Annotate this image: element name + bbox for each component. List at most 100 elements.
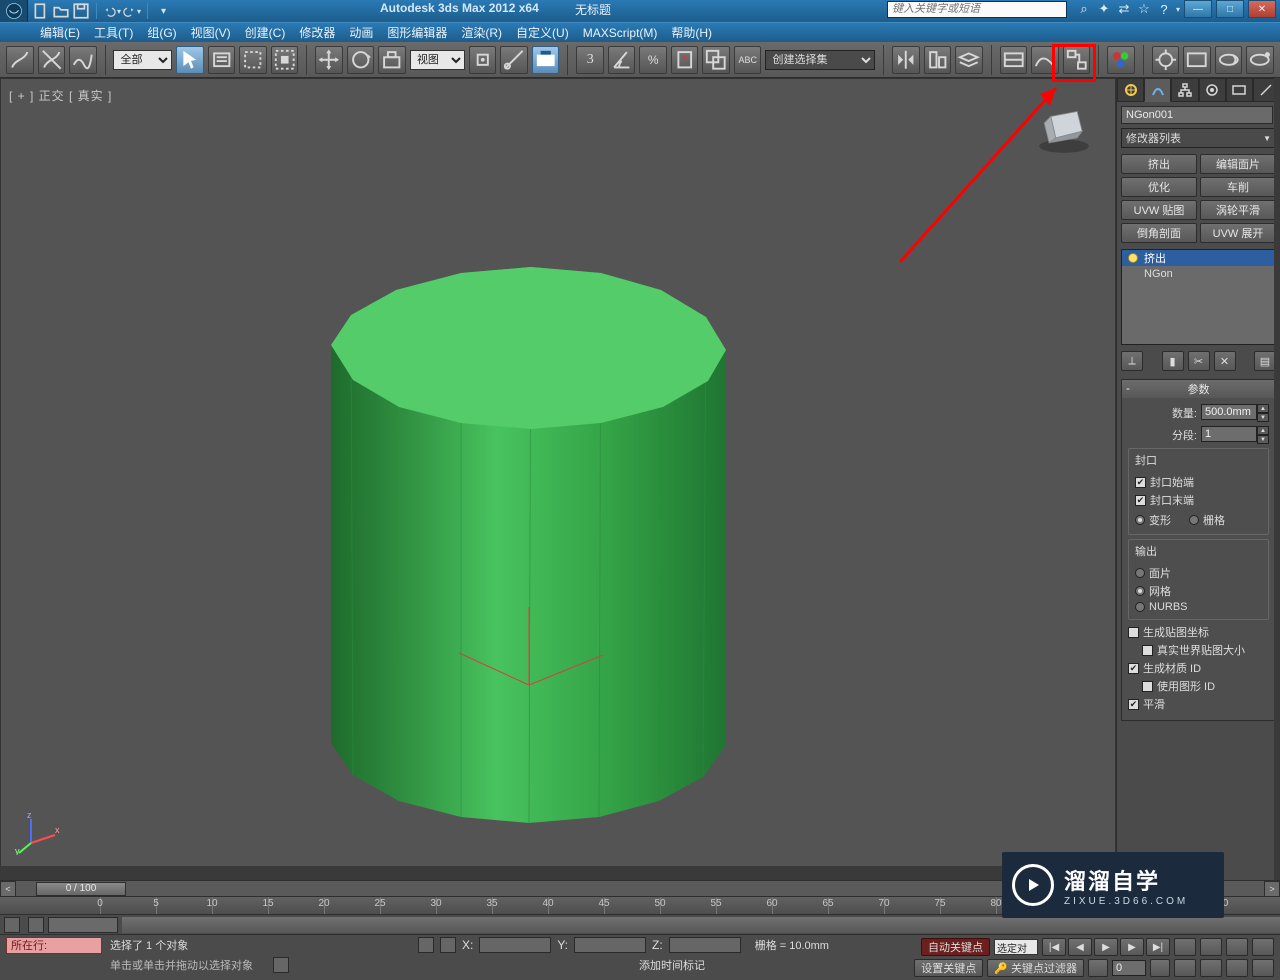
viewport-nav-3[interactable] — [1226, 938, 1248, 956]
help-search-input[interactable] — [887, 1, 1067, 18]
perspective-viewport[interactable]: [ + ] 正交 [ 真实 ] — [0, 78, 1116, 880]
menu-maxscript[interactable]: MAXScript(M) — [583, 26, 658, 40]
angle-snap-icon[interactable] — [608, 46, 636, 74]
next-frame-icon[interactable]: ▶ — [1120, 938, 1144, 956]
move-icon[interactable] — [315, 46, 343, 74]
modbtn-editpatch[interactable]: 编辑面片 — [1200, 154, 1276, 174]
scale-icon[interactable] — [378, 46, 406, 74]
percent-snap-icon[interactable]: % — [639, 46, 667, 74]
layer-manager-icon[interactable] — [955, 46, 983, 74]
named-selection-set-dropdown[interactable]: 创建选择集 — [765, 50, 875, 70]
modbtn-extrude[interactable]: 挤出 — [1121, 154, 1197, 174]
configure-sets-icon[interactable]: ▤ — [1254, 351, 1276, 371]
trackbar-key-icon[interactable] — [28, 917, 44, 933]
view-cube[interactable] — [1031, 95, 1097, 161]
modbtn-optimize[interactable]: 优化 — [1121, 177, 1197, 197]
viewport-nav-4[interactable] — [1252, 938, 1274, 956]
set-key-button[interactable]: 设置关键点 — [914, 959, 983, 977]
coord-z-field[interactable] — [669, 937, 741, 953]
checkbox-gen-matid[interactable]: ✔ — [1128, 663, 1139, 674]
trackview-toggle-icon[interactable] — [1000, 46, 1028, 74]
checkbox-smooth[interactable]: ✔ — [1128, 699, 1139, 710]
modbtn-uvwmap[interactable]: UVW 贴图 — [1121, 200, 1197, 220]
lock-selection-icon[interactable] — [418, 937, 434, 953]
timeslider-left-cap[interactable]: < — [0, 881, 16, 897]
add-time-tag[interactable]: 添加时间标记 — [639, 957, 705, 973]
make-unique-icon[interactable]: ✂ — [1188, 351, 1210, 371]
save-file-icon[interactable] — [72, 2, 90, 20]
menu-modifiers[interactable]: 修改器 — [299, 24, 335, 41]
schematic-view-icon[interactable] — [1063, 46, 1091, 74]
key-filters-button[interactable]: 🔑关键点过滤器 — [987, 959, 1084, 977]
modifier-list-dropdown[interactable]: 修改器列表▼ — [1121, 128, 1276, 148]
radio-mesh[interactable] — [1135, 586, 1145, 596]
absolute-relative-icon[interactable] — [440, 937, 456, 953]
menu-help[interactable]: 帮助(H) — [671, 24, 712, 41]
trackbar-toggle-icon[interactable] — [4, 917, 20, 933]
maxscript-listener[interactable]: 所在行: — [6, 937, 102, 954]
tab-display[interactable] — [1226, 78, 1253, 102]
snap-toggle-icon[interactable]: 3 — [576, 46, 604, 74]
key-mode-dropdown[interactable] — [994, 939, 1038, 955]
trackbar-selection[interactable] — [48, 917, 118, 933]
render-setup-icon[interactable] — [1152, 46, 1180, 74]
minimize-button[interactable]: — — [1184, 0, 1212, 18]
maximize-button[interactable]: □ — [1216, 0, 1244, 18]
search-icon[interactable]: ⌕ — [1075, 0, 1093, 18]
render-production-icon[interactable] — [1215, 46, 1243, 74]
named-selection-icon[interactable]: ABC — [734, 46, 762, 74]
coord-y-field[interactable] — [574, 937, 646, 953]
show-end-result-icon[interactable]: ▮ — [1162, 351, 1184, 371]
lightbulb-icon[interactable] — [1128, 253, 1138, 263]
time-slider[interactable]: 0 / 100 — [36, 882, 126, 896]
command-panel-scrollbar[interactable] — [1274, 78, 1280, 880]
pin-stack-icon[interactable]: ⟂ — [1121, 351, 1143, 371]
radio-nurbs[interactable] — [1135, 602, 1145, 612]
object-name-field[interactable] — [1121, 106, 1273, 124]
keyboard-shortcut-toggle-icon[interactable] — [532, 46, 560, 74]
modifier-stack[interactable]: 挤出 NGon — [1121, 249, 1276, 345]
app-menu-button[interactable] — [0, 0, 28, 22]
auto-key-button[interactable]: 自动关键点 — [921, 938, 990, 956]
radio-morph[interactable] — [1135, 515, 1145, 525]
viewport-nav-1[interactable] — [1174, 938, 1196, 956]
stack-item-ngon[interactable]: NGon — [1122, 266, 1275, 282]
redo-icon[interactable]: ▾ — [123, 2, 141, 20]
menu-customize[interactable]: 自定义(U) — [516, 24, 569, 41]
goto-start-icon[interactable]: |◀ — [1042, 938, 1066, 956]
exchange-icon[interactable]: ⇄ — [1115, 0, 1133, 18]
spinner-amount[interactable]: ▲▼ — [1201, 404, 1269, 422]
radio-grid[interactable] — [1189, 515, 1199, 525]
goto-end-icon[interactable]: ▶| — [1146, 938, 1170, 956]
current-frame-spinner[interactable] — [1112, 960, 1146, 976]
curve-editor-icon[interactable] — [1031, 46, 1059, 74]
menu-group[interactable]: 组(G) — [147, 24, 176, 41]
edit-selection-set-icon[interactable] — [702, 46, 730, 74]
scene-object-cylinder[interactable] — [211, 145, 931, 865]
menu-grapheditors[interactable]: 图形编辑器 — [387, 24, 447, 41]
viewport-nav-7[interactable] — [1226, 959, 1248, 977]
render-iterative-icon[interactable] — [1246, 46, 1274, 74]
rect-region-icon[interactable] — [239, 46, 267, 74]
viewport-nav-6[interactable] — [1200, 959, 1222, 977]
tab-modify[interactable] — [1144, 78, 1171, 102]
rotate-icon[interactable] — [347, 46, 375, 74]
close-button[interactable]: ✕ — [1248, 0, 1276, 18]
pivot-center-icon[interactable] — [469, 46, 497, 74]
menu-rendering[interactable]: 渲染(R) — [461, 24, 502, 41]
manipulate-icon[interactable] — [500, 46, 528, 74]
play-icon[interactable]: ▶ — [1094, 938, 1118, 956]
spinner-snap-icon[interactable] — [671, 46, 699, 74]
modbtn-bevelprofile[interactable]: 倒角剖面 — [1121, 223, 1197, 243]
window-crossing-icon[interactable] — [271, 46, 299, 74]
selection-filter-dropdown[interactable]: 全部 — [113, 50, 172, 70]
checkbox-use-shapeid[interactable] — [1142, 681, 1153, 692]
spinner-segments[interactable]: ▲▼ — [1201, 426, 1269, 444]
viewport-label[interactable]: [ + ] 正交 [ 真实 ] — [9, 87, 112, 104]
menu-tools[interactable]: 工具(T) — [94, 24, 133, 41]
modbtn-lathe[interactable]: 车削 — [1200, 177, 1276, 197]
rollout-header[interactable]: -参数 — [1122, 380, 1275, 398]
menu-create[interactable]: 创建(C) — [245, 24, 286, 41]
ref-coord-dropdown[interactable]: 视图 — [410, 50, 465, 70]
mirror-icon[interactable] — [892, 46, 920, 74]
